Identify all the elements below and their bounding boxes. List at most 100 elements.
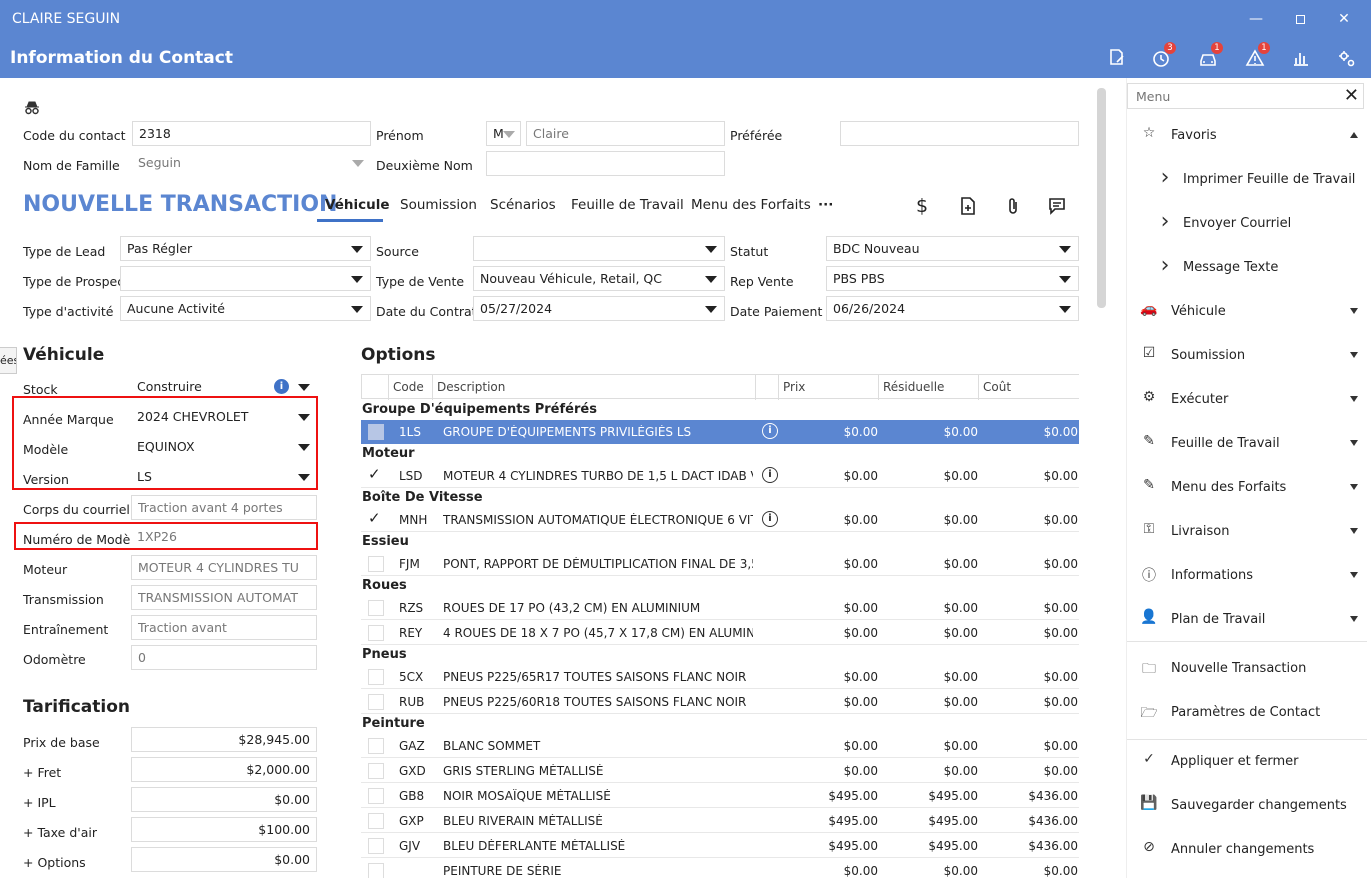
menu-item-ex-cuter[interactable]: ⚙ Exécuter (1127, 385, 1371, 415)
warning-icon[interactable]: 1 (1242, 42, 1270, 70)
option-row[interactable]: GXD GRIS STERLING MÉTALLISÉ $0.00 $0.00 $0.0… (361, 759, 1079, 783)
taxe-air-field[interactable]: $100.00 (131, 817, 317, 842)
menu-item-plan-de-travail[interactable]: 👤 Plan de Travail (1127, 605, 1371, 635)
fret-field[interactable]: $2,000.00 (131, 757, 317, 782)
main-scrollbar[interactable] (1097, 88, 1106, 308)
add-document-icon[interactable] (958, 196, 978, 219)
option-checkbox[interactable] (368, 694, 384, 710)
contact-code-field[interactable]: 2318 (132, 121, 371, 146)
menu-search-box[interactable]: ✕ (1127, 83, 1364, 109)
option-row[interactable]: GB8 NOIR MOSAÏQUE MÉTALLISÉ $495.00 $495.00… (361, 784, 1079, 808)
close-icon[interactable]: ✕ (1344, 85, 1359, 106)
option-checkbox[interactable] (368, 863, 384, 878)
preferee-field[interactable] (840, 121, 1079, 146)
option-row[interactable]: GJV BLEU DÉFERLANTE MÉTALLISÉ $495.00 $495.… (361, 834, 1079, 858)
option-row[interactable]: ✓ LSD MOTEUR 4 CYLINDRES TURBO DE 1,5 L DA… (361, 464, 1079, 488)
date-contrat-select[interactable]: 05/27/2024 (473, 296, 725, 321)
option-row[interactable]: 5CX PNEUS P225/65R17 TOUTES SAISONS FLANC… (361, 665, 1079, 689)
moteur-field[interactable]: MOTEUR 4 CYLINDRES TU (131, 555, 317, 580)
edit-document-icon[interactable] (1104, 46, 1130, 70)
menu-item-envoyer-courriel[interactable]: › Envoyer Courriel (1127, 209, 1371, 239)
option-checkbox[interactable] (368, 838, 384, 854)
option-row[interactable]: REY 4 ROUES DE 18 X 7 PO (45,7 X 17,8 CM)… (361, 621, 1079, 645)
tab-scenarios[interactable]: Scénarios (490, 197, 556, 213)
grid-header-code[interactable]: Code (389, 375, 433, 400)
menu-item-soumission[interactable]: ☑ Soumission (1127, 341, 1371, 371)
option-checkbox[interactable] (368, 669, 384, 685)
tab-feuille-de-travail[interactable]: Feuille de Travail (571, 197, 684, 213)
menu-item-informations[interactable]: ⓘ Informations (1127, 561, 1371, 591)
rep-vente-select[interactable]: PBS PBS (826, 266, 1079, 291)
options-price-field[interactable]: $0.00 (131, 847, 317, 872)
menu-item-menu-des-forfaits[interactable]: ✎ Menu des Forfaits (1127, 473, 1371, 503)
menu-item-annuler-changements[interactable]: ⊘ Annuler changements (1127, 835, 1371, 865)
settings-gears-icon[interactable] (1334, 46, 1360, 70)
corps-courriel-field[interactable]: Traction avant 4 portes (131, 495, 317, 520)
car-icon[interactable]: 1 (1195, 42, 1223, 70)
menu-item-feuille-de-travail[interactable]: ✎ Feuille de Travail (1127, 429, 1371, 459)
menu-item-favoris[interactable]: ☆ Favoris (1127, 121, 1371, 151)
menu-item-appliquer-et-fermer[interactable]: ✓ Appliquer et fermer (1127, 747, 1371, 777)
option-checkbox[interactable] (368, 625, 384, 641)
menu-item-message-texte[interactable]: › Message Texte (1127, 253, 1371, 283)
menu-item-sauvegarder-changements[interactable]: 💾 Sauvegarder changements (1127, 791, 1371, 821)
ipl-field[interactable]: $0.00 (131, 787, 317, 812)
entrainement-field[interactable]: Traction avant (131, 615, 317, 640)
type-lead-select[interactable]: Pas Régler (120, 236, 371, 261)
minimize-icon[interactable]: — (1244, 8, 1268, 30)
tab-soumission[interactable]: Soumission (400, 197, 477, 213)
option-row[interactable]: PEINTURE DE SÉRIE $0.00 $0.00 $0.00 (361, 859, 1079, 878)
type-vente-select[interactable]: Nouveau Véhicule, Retail, QC (473, 266, 725, 291)
close-window-icon[interactable]: ✕ (1332, 8, 1356, 30)
bar-chart-icon[interactable] (1288, 46, 1314, 70)
option-checkbox[interactable] (368, 788, 384, 804)
grid-header-cout[interactable]: Coût (979, 375, 1079, 400)
option-row[interactable]: GXP BLEU RIVERAIN MÉTALLISÉ $495.00 $495.00… (361, 809, 1079, 833)
option-checkbox[interactable] (368, 600, 384, 616)
menu-item-param-tres-de-contact[interactable]: 🗁 Paramètres de Contact (1127, 698, 1371, 728)
source-select[interactable] (473, 236, 725, 261)
option-row[interactable]: GAZ BLANC SOMMET $0.00 $0.00 $0.00 (361, 734, 1079, 758)
option-checkbox[interactable] (368, 556, 384, 572)
grid-header-residuelle[interactable]: Résiduelle (879, 375, 979, 400)
dollar-icon[interactable]: $ (916, 195, 928, 217)
prenom-field[interactable]: Claire (526, 121, 725, 146)
menu-item-nouvelle-transaction[interactable]: 🗀 Nouvelle Transaction (1127, 654, 1371, 684)
menu-item-imprimer-feuille-de-travail[interactable]: › Imprimer Feuille de Travail (1127, 165, 1371, 195)
info-icon[interactable]: i (762, 467, 778, 483)
info-icon[interactable]: i (762, 423, 778, 439)
grid-header-description[interactable]: Description (433, 375, 756, 400)
info-icon[interactable]: i (274, 379, 289, 394)
more-tabs-icon[interactable]: ··· (818, 197, 833, 213)
menu-search-input[interactable] (1128, 84, 1333, 108)
option-checkbox[interactable] (368, 424, 384, 440)
paperclip-icon[interactable] (1004, 196, 1022, 219)
title-select[interactable]: M (486, 121, 521, 146)
info-icon[interactable]: i (762, 511, 778, 527)
option-row[interactable]: ✓ MNH TRANSMISSION AUTOMATIQUE ÉLECTRONIQU… (361, 508, 1079, 532)
grid-header-prix[interactable]: Prix (779, 375, 879, 400)
maximize-icon[interactable] (1288, 8, 1312, 30)
option-checkbox[interactable] (368, 763, 384, 779)
option-row[interactable]: RUB PNEUS P225/60R18 TOUTES SAISONS FLANC… (361, 690, 1079, 714)
option-checkbox[interactable] (368, 738, 384, 754)
checkmark-icon[interactable]: ✓ (368, 465, 381, 483)
collapsed-side-tab[interactable]: ées (0, 347, 17, 374)
odometre-field[interactable]: 0 (131, 645, 317, 670)
option-row[interactable]: 1LS GROUPE D'ÉQUIPEMENTS PRIVILÉGIÉS LS i $… (361, 420, 1079, 444)
option-checkbox[interactable] (368, 813, 384, 829)
type-activite-select[interactable]: Aucune Activité (120, 296, 371, 321)
statut-select[interactable]: BDC Nouveau (826, 236, 1079, 261)
deuxieme-nom-field[interactable] (486, 151, 725, 176)
menu-item-livraison[interactable]: ⚿ Livraison (1127, 517, 1371, 547)
option-row[interactable]: RZS ROUES DE 17 PO (43,2 CM) EN ALUMINIUM… (361, 596, 1079, 620)
option-row[interactable]: FJM PONT, RAPPORT DE DÉMULTIPLICATION FIN… (361, 552, 1079, 576)
history-icon[interactable]: 3 (1148, 42, 1176, 70)
checkmark-icon[interactable]: ✓ (368, 509, 381, 527)
transmission-field[interactable]: TRANSMISSION AUTOMAT (131, 585, 317, 610)
prix-base-field[interactable]: $28,945.00 (131, 727, 317, 752)
menu-item-v-hicule[interactable]: 🚗 Véhicule (1127, 297, 1371, 327)
message-icon[interactable] (1047, 196, 1067, 219)
type-prospect-select[interactable] (120, 266, 371, 291)
date-paiement-select[interactable]: 06/26/2024 (826, 296, 1079, 321)
